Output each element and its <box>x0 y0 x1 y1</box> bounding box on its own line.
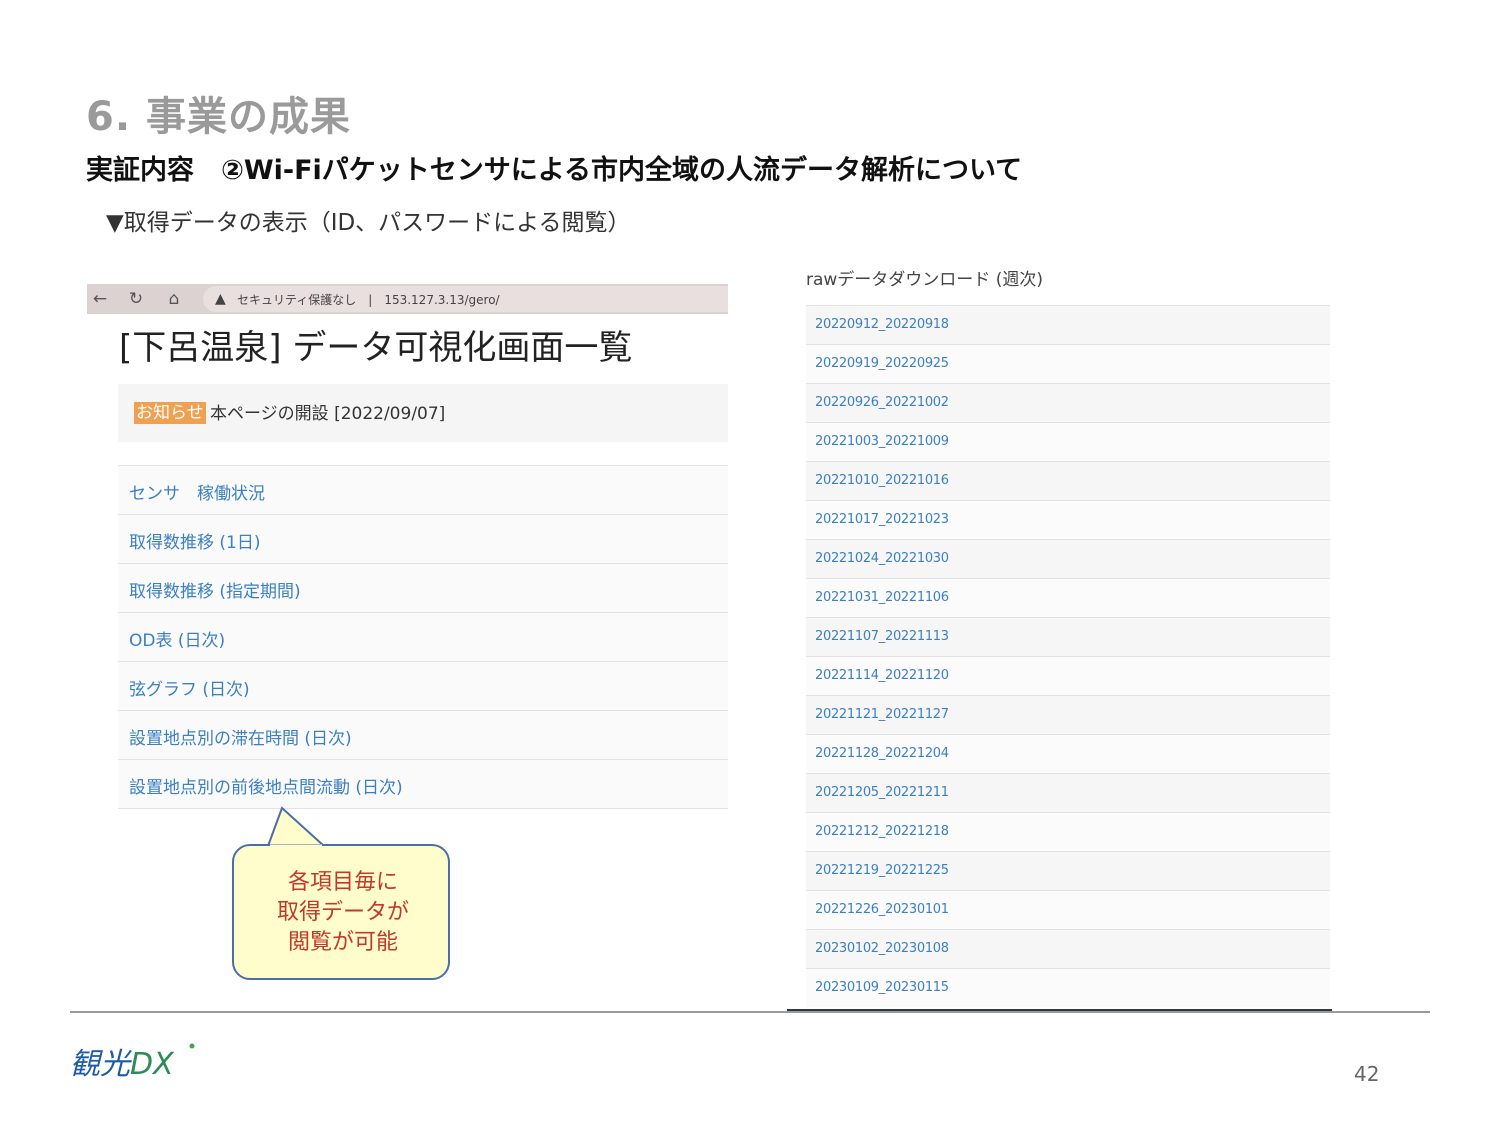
list-item[interactable]: 20221226_20230101 <box>806 890 1330 929</box>
list-item[interactable]: 20221031_20221106 <box>806 578 1330 617</box>
list-item[interactable]: 20221114_20221120 <box>806 656 1330 695</box>
download-link[interactable]: 20221017_20221023 <box>815 512 949 527</box>
page-number: 42 <box>1354 1062 1380 1086</box>
list-item[interactable]: 20220912_20220918 <box>806 305 1330 344</box>
list-item[interactable]: 20230102_20230108 <box>806 929 1330 968</box>
list-item[interactable]: 20221121_20221127 <box>806 695 1330 734</box>
list-item[interactable]: 20221212_20221218 <box>806 812 1330 851</box>
list-item[interactable]: 20230109_20230115 <box>806 968 1330 1007</box>
list-item[interactable]: 20221205_20221211 <box>806 773 1330 812</box>
download-link[interactable]: 20221010_20221016 <box>815 473 949 488</box>
raw-download-screenshot: rawデータダウンロード (週次) 20220912_20220918 2022… <box>787 260 1332 1012</box>
callout-line: 各項目毎に <box>287 870 398 895</box>
kanko-dx-logo: 観光DX <box>70 1043 195 1082</box>
download-link[interactable]: 20220912_20220918 <box>815 317 949 332</box>
list-item[interactable]: 20221107_20221113 <box>806 617 1330 656</box>
download-link[interactable]: 20221226_20230101 <box>815 902 949 917</box>
list-item[interactable]: 20220926_20221002 <box>806 383 1330 422</box>
download-link[interactable]: 20220926_20221002 <box>815 395 949 410</box>
download-link[interactable]: 20221205_20221211 <box>815 785 949 800</box>
list-item[interactable]: 20221003_20221009 <box>806 422 1330 461</box>
list-item[interactable]: 20221219_20221225 <box>806 851 1330 890</box>
logo-text: 観光DX <box>70 1047 175 1082</box>
callout-line: 取得データが <box>276 900 409 925</box>
list-item[interactable]: 20221128_20221204 <box>806 734 1330 773</box>
download-link[interactable]: 20221219_20221225 <box>815 863 949 878</box>
download-link[interactable]: 20221107_20221113 <box>815 629 949 644</box>
download-link[interactable]: 20220919_20220925 <box>815 356 949 371</box>
raw-download-heading: rawデータダウンロード (週次) <box>806 270 1043 290</box>
list-item[interactable]: 20221024_20221030 <box>806 539 1330 578</box>
download-link[interactable]: 20221114_20221120 <box>815 668 949 683</box>
download-link[interactable]: 20221024_20221030 <box>815 551 949 566</box>
download-link[interactable]: 20221212_20221218 <box>815 824 949 839</box>
list-item[interactable]: 20221010_20221016 <box>806 461 1330 500</box>
footer-divider <box>70 1011 1430 1013</box>
download-link[interactable]: 20221128_20221204 <box>815 746 949 761</box>
list-item[interactable]: 20221017_20221023 <box>806 500 1330 539</box>
raw-download-list: 20220912_20220918 20220919_20220925 2022… <box>806 305 1330 1007</box>
callout-box: 各項目毎に 取得データが 閲覧が可能 <box>232 844 450 980</box>
callout-line: 閲覧が可能 <box>287 930 398 955</box>
download-link[interactable]: 20221003_20221009 <box>815 434 949 449</box>
list-item[interactable]: 20220919_20220925 <box>806 344 1330 383</box>
download-link[interactable]: 20230109_20230115 <box>815 980 949 995</box>
download-link[interactable]: 20230102_20230108 <box>815 941 949 956</box>
download-link[interactable]: 20221121_20221127 <box>815 707 949 722</box>
download-link[interactable]: 20221031_20221106 <box>815 590 949 605</box>
